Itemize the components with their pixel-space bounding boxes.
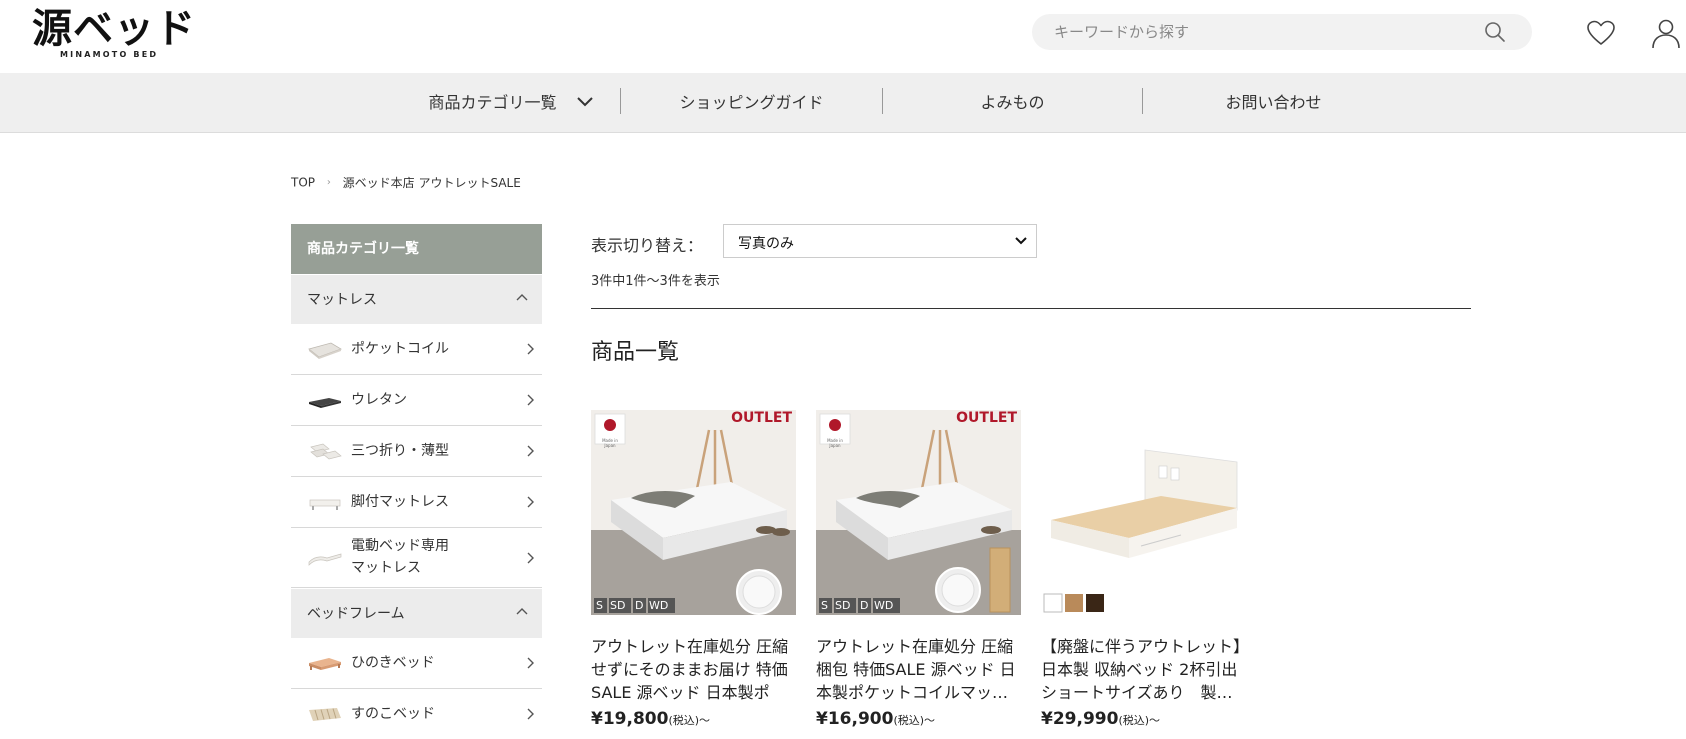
nav-item-contact[interactable]: お問い合わせ — [1143, 73, 1404, 133]
trifold-mattress-icon — [310, 443, 342, 460]
product-image[interactable]: Made in Japan OUTLET S SD D WD — [591, 410, 796, 615]
divider — [591, 308, 1471, 309]
storage-bed-photo — [1041, 410, 1246, 615]
sidebar-group-label: マットレス — [307, 292, 377, 308]
product-image[interactable] — [1041, 410, 1246, 615]
sidebar-item-label: ひのきベッド — [351, 655, 435, 671]
view-toggle-label: 表示切り替え： — [591, 236, 704, 255]
sidebar-item-legged-mattress[interactable]: 脚付マットレス — [291, 477, 542, 528]
product-price: ¥29,990(税込)〜 — [1041, 709, 1246, 729]
view-toggle-value: 写真のみ — [738, 236, 794, 252]
sidebar-item-label: ポケットコイル — [351, 341, 449, 357]
size-badge: WD — [649, 599, 669, 612]
sidebar-item-label: 電動ベッド専用 — [351, 538, 449, 554]
product-image[interactable]: Made in Japan OUTLET S SD D WD — [816, 410, 1021, 615]
sidebar-group-label: ベッドフレーム — [307, 606, 405, 622]
chevron-right-icon — [527, 552, 534, 564]
product-title[interactable]: 【廃盤に伴うアウトレット】日本製 収納ベッド 2杯引出 ショートサイズあり 製… — [1041, 635, 1246, 704]
size-badge: D — [860, 599, 869, 612]
outlet-badge: OUTLET — [956, 410, 1017, 426]
price-suffix: (税込)〜 — [668, 714, 711, 727]
chevron-up-icon — [516, 608, 528, 615]
product-card[interactable]: Made in Japan OUTLET S SD D WD アウトレット在庫処… — [591, 410, 796, 729]
sidebar-item-sunoko-bed[interactable]: すのこベッド — [291, 689, 542, 739]
global-nav: 商品カテゴリ一覧 ショッピングガイド よみもの お問い合わせ — [0, 73, 1686, 133]
chevron-right-icon — [527, 445, 534, 457]
logo-wordmark: 源ベッド — [32, 5, 196, 52]
search-icon[interactable] — [1484, 21, 1506, 43]
price-value: ¥16,900 — [816, 709, 894, 729]
chevron-right-icon — [527, 708, 534, 720]
sidebar-item-label: 三つ折り・薄型 — [351, 443, 449, 459]
sidebar-item-label: マットレス — [351, 560, 421, 576]
product-price: ¥16,900(税込)〜 — [816, 709, 1021, 729]
nav-item-label: 商品カテゴリ一覧 — [428, 93, 557, 112]
sidebar-item-hinoki-bed[interactable]: ひのきベッド — [291, 638, 542, 689]
price-suffix: (税込)〜 — [1118, 714, 1161, 727]
price-value: ¥19,800 — [591, 709, 669, 729]
chevron-right-icon — [527, 343, 534, 355]
urethane-mattress-icon — [309, 398, 341, 408]
heart-icon[interactable] — [1586, 19, 1616, 47]
price-suffix: (税込)〜 — [893, 714, 936, 727]
chevron-right-icon — [527, 657, 534, 669]
chevron-up-icon — [516, 294, 528, 301]
search-bar — [1032, 14, 1532, 50]
pocket-coil-mattress-icon — [308, 342, 342, 359]
sunoko-bed-icon — [309, 708, 341, 721]
breadcrumb-home[interactable]: TOP — [291, 176, 315, 190]
sidebar-group-mattress[interactable]: マットレス — [291, 274, 542, 324]
sidebar-item-label: ウレタン — [351, 392, 407, 408]
product-title[interactable]: アウトレット在庫処分 圧縮梱包 特価SALE 源ベッド 日本製ポケットコイルマッ… — [816, 635, 1021, 704]
product-card[interactable]: 【廃盤に伴うアウトレット】日本製 収納ベッド 2杯引出 ショートサイズあり 製…… — [1041, 410, 1246, 729]
size-badge: SD — [610, 599, 626, 612]
sidebar-item-trifold[interactable]: 三つ折り・薄型 — [291, 426, 542, 477]
view-toggle-select[interactable]: 写真のみ — [723, 224, 1037, 258]
chevron-down-icon — [1015, 237, 1027, 245]
breadcrumb-current: 源ベッド本店 アウトレットSALE — [342, 176, 521, 190]
sidebar-item-pocket-coil[interactable]: ポケットコイル — [291, 324, 542, 375]
sidebar-item-label: 脚付マットレス — [351, 494, 449, 510]
section-title: 商品一覧 — [591, 340, 680, 365]
nav-item-category[interactable]: 商品カテゴリ一覧 — [402, 73, 620, 133]
sidebar-title: 商品カテゴリ一覧 — [291, 224, 542, 274]
size-badge: D — [635, 599, 644, 612]
size-badge: S — [821, 599, 828, 612]
site-logo[interactable]: 源ベッド MINAMOTO BED — [32, 5, 196, 62]
product-price: ¥19,800(税込)〜 — [591, 709, 796, 729]
size-badge: WD — [874, 599, 894, 612]
sidebar-item-label: すのこベッド — [351, 706, 435, 722]
sidebar-item-electric-bed-mattress[interactable]: 電動ベッド専用 マットレス — [291, 528, 542, 588]
made-in-japan-badge: Made in Japan — [827, 438, 843, 448]
hinoki-bed-icon — [309, 658, 341, 670]
price-value: ¥29,990 — [1041, 709, 1119, 729]
breadcrumb: TOP › 源ベッド本店 アウトレットSALE — [291, 174, 521, 191]
sidebar-item-urethane[interactable]: ウレタン — [291, 375, 542, 426]
product-title[interactable]: アウトレット在庫処分 圧縮せずにそのままお届け 特価SALE 源ベッド 日本製ポ… — [591, 635, 796, 704]
result-count: 3件中1件〜3件を表示 — [591, 274, 720, 289]
chevron-right-icon — [527, 496, 534, 508]
chevron-right-icon — [527, 394, 534, 406]
chevron-right-icon: › — [326, 177, 331, 188]
chevron-down-icon — [576, 96, 593, 106]
product-card[interactable]: Made in Japan OUTLET S SD D WD アウトレット在庫処… — [816, 410, 1021, 729]
category-sidebar: 商品カテゴリ一覧 マットレス ポケットコイル ウレタン 三つ折り・薄型 脚付マッ… — [291, 224, 542, 739]
legged-mattress-icon — [309, 499, 341, 510]
nav-item-articles[interactable]: よみもの — [883, 73, 1142, 133]
size-badge: S — [596, 599, 603, 612]
nav-item-shopping-guide[interactable]: ショッピングガイド — [621, 73, 882, 133]
made-in-japan-badge: Made in Japan — [602, 438, 618, 448]
user-icon[interactable] — [1650, 17, 1682, 49]
search-input[interactable] — [1054, 14, 1474, 50]
electric-bed-mattress-icon — [308, 553, 342, 566]
size-badge: SD — [835, 599, 851, 612]
sidebar-group-bed-frame[interactable]: ベッドフレーム — [291, 588, 542, 638]
outlet-badge: OUTLET — [731, 410, 792, 426]
site-header: 源ベッド MINAMOTO BED — [0, 0, 1686, 73]
